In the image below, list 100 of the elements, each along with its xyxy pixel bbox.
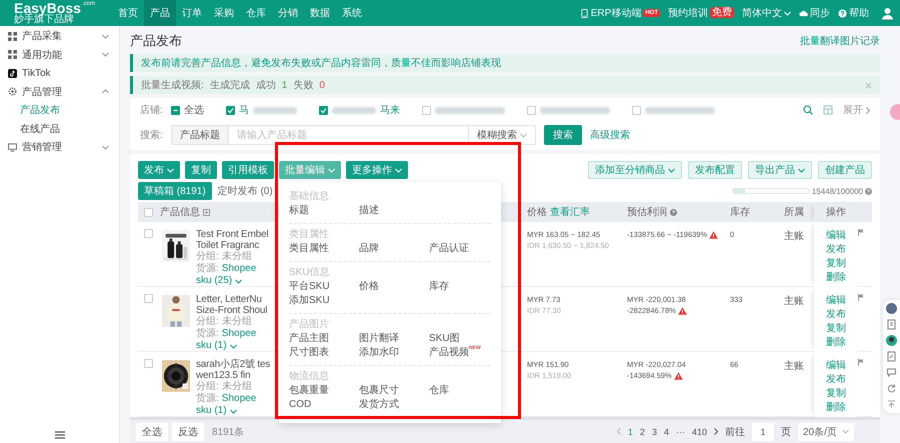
refresh-icon[interactable] [886,383,897,394]
sidebar-item[interactable]: 产品采集 [0,27,119,46]
field-select[interactable]: 产品标题 [172,126,229,144]
menu-item[interactable]: 包裹重量 [289,384,329,398]
help-icon[interactable] [865,188,872,194]
checkbox[interactable] [144,294,153,303]
action-link[interactable]: 编辑 [826,230,846,241]
action-link[interactable]: 删除 [826,272,846,283]
page-link[interactable]: 1 [628,426,633,436]
document-icon[interactable] [886,319,897,330]
nav-menu-item[interactable]: 首页 [112,0,144,26]
page-link[interactable]: 2 [640,426,645,436]
checkbox[interactable] [422,106,431,114]
sku-toggle[interactable]: sku (1) [196,405,270,417]
action-link[interactable]: 删除 [826,402,846,413]
menu-item[interactable]: 图片翻译 [359,332,399,346]
checkbox[interactable] [170,106,180,114]
toolbar-button[interactable]: 批量编辑 [279,161,341,179]
menu-item[interactable]: 产品主图 [289,332,329,346]
sku-toggle[interactable]: sku (1) [196,340,268,352]
select-all-button[interactable]: 全选 [136,422,168,440]
user-icon[interactable] [881,6,894,20]
chat-icon[interactable] [886,367,897,378]
records-link[interactable]: 批量翻译图片记录 [800,34,880,48]
nav-menu-item[interactable]: 系统 [336,0,368,26]
source-link[interactable]: Shopee [222,328,256,340]
nav-menu-item[interactable]: 分销 [272,0,304,26]
menu-item[interactable]: 产品认证 [429,242,469,256]
avatar-icon[interactable] [886,303,897,314]
back-to-top-icon[interactable] [886,399,897,410]
sidebar-item[interactable]: 通用功能 [0,46,119,64]
page-link[interactable]: 4 [664,426,669,436]
sidebar-item[interactable]: TikTok [0,64,119,82]
menu-item[interactable]: 品牌 [359,242,379,256]
next-page-icon[interactable] [714,428,718,435]
action-link[interactable]: 复制 [826,388,846,399]
action-link[interactable]: 发布 [826,309,846,320]
columns-icon[interactable] [823,105,833,115]
menu-icon[interactable] [54,431,64,439]
nav-link[interactable]: 同步 [799,6,830,20]
menu-item[interactable]: 发货方式 [359,398,399,412]
flag-icon[interactable] [858,229,864,236]
source-link[interactable]: Shopee [222,263,256,275]
checkbox[interactable] [144,229,153,238]
source-link[interactable]: Shopee [222,393,256,405]
menu-item[interactable]: 类目属性 [289,242,329,256]
sidebar-subitem[interactable]: 产品发布 [0,101,119,120]
search-bar[interactable]: 产品标题 请输入产品标题 模糊搜索 [170,125,536,145]
checkbox[interactable] [226,106,235,114]
invert-selection-button[interactable]: 反选 [172,422,204,440]
nav-link[interactable]: 帮助 [838,6,869,20]
checkbox[interactable] [144,208,153,216]
advanced-search-link[interactable]: 高级搜索 [590,128,630,142]
nav-menu-item[interactable]: 采购 [208,0,240,26]
page-ellipsis[interactable]: ··· [676,426,685,436]
expand-link[interactable]: 展开 [843,103,870,117]
flag-icon[interactable] [858,359,864,366]
menu-item[interactable]: 仓库 [429,384,449,398]
nav-link[interactable]: 预约培训 [668,6,708,20]
nav-link[interactable]: ERP移动端 [580,6,642,20]
page-size-select[interactable]: 20条/页 [798,422,854,440]
tab[interactable]: 草稿箱 (8191) [138,182,212,200]
action-link[interactable]: 复制 [826,258,846,269]
toolbar-button[interactable]: 复制 [185,161,217,179]
menu-item[interactable]: 平台SKU [289,280,330,294]
avatar-icon[interactable] [886,335,897,346]
nav-menu-item[interactable]: 数据 [304,0,336,26]
menu-item[interactable]: 添加水印 [359,346,399,360]
action-link[interactable]: 编辑 [826,295,846,306]
menu-item[interactable]: 添加SKU [289,294,330,308]
checkbox[interactable] [318,106,328,114]
sidebar-item[interactable]: 产品管理 [0,82,119,101]
toolbar-button[interactable]: 发布 [138,161,180,179]
page-link[interactable]: 3 [652,426,657,436]
action-link[interactable]: 删除 [826,337,846,348]
nav-menu-item[interactable]: 产品 [144,0,176,26]
checkbox[interactable] [632,106,641,114]
nav-menu-item[interactable]: 仓库 [240,0,272,26]
toolbar-button[interactable]: 添加至分销商品 [588,161,682,179]
checkbox[interactable] [144,359,153,368]
expand-icon[interactable] [203,208,210,216]
action-link[interactable]: 发布 [826,374,846,385]
sku-toggle[interactable]: sku (25) [196,275,268,287]
search-icon[interactable] [803,105,813,115]
flag-icon[interactable] [858,294,864,301]
action-link[interactable]: 复制 [826,323,846,334]
nav-menu-item[interactable]: 订单 [176,0,208,26]
menu-item[interactable]: 包裹尺寸 [359,384,399,398]
menu-item[interactable]: 价格 [359,280,379,294]
toolbar-button[interactable]: 导出产品 [748,161,812,179]
page-input[interactable]: 1 [752,422,774,440]
menu-item[interactable]: COD [289,398,312,412]
menu-item[interactable]: 尺寸图表 [289,346,329,360]
sidebar-subitem[interactable]: 在线产品 [0,120,119,138]
menu-item[interactable]: 标题 [289,204,309,218]
menu-item[interactable]: 库存 [429,280,449,294]
toolbar-button[interactable]: 更多操作 [346,161,408,179]
toolbar-button[interactable]: 发布配置 [688,161,742,179]
nav-link[interactable]: 简体中文 [742,6,791,20]
edit-icon[interactable] [886,351,897,362]
